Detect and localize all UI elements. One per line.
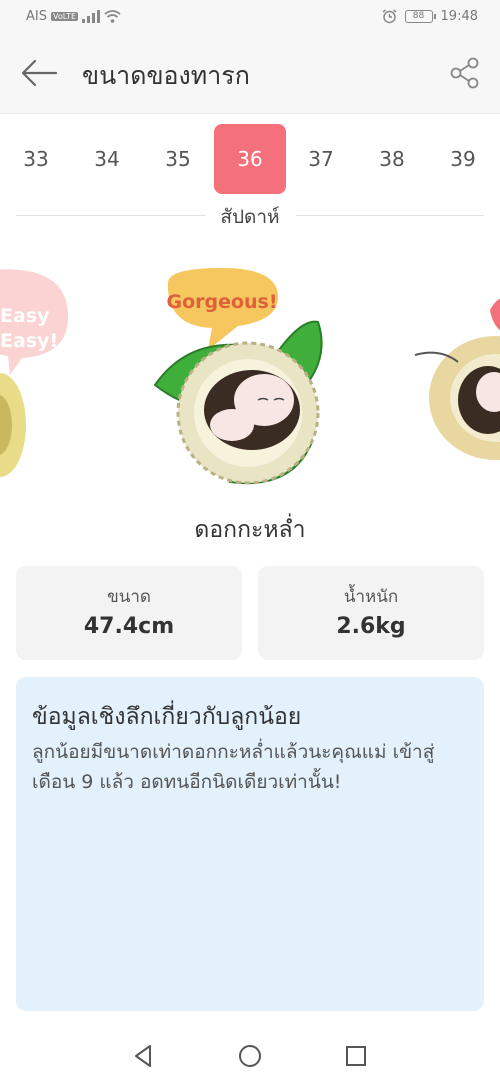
alarm-icon [382, 9, 396, 24]
week-item-33[interactable]: 33 [0, 124, 72, 194]
triangle-back-icon [135, 1045, 151, 1067]
gorgeous-bubble-text: Gorgeous! [166, 291, 277, 313]
share-icon [450, 57, 479, 89]
prev-fruit-illustration[interactable]: Easy Easy! [0, 269, 69, 477]
week-item-37[interactable]: 37 [285, 124, 357, 194]
back-button[interactable] [20, 56, 60, 90]
volte-badge: VoLTE [50, 12, 79, 21]
status-right: 88 19:48 [382, 9, 478, 24]
square-recent-icon [346, 1046, 366, 1066]
next-fruit-illustration[interactable] [414, 297, 500, 460]
week-label: สัปดาห์ [220, 206, 280, 228]
prev-bubble-line1: Easy [0, 305, 50, 327]
insight-title: ข้อมูลเชิงลึกเกี่ยวกับลูกน้อย [32, 704, 302, 730]
carrier-label: AIS [26, 9, 47, 24]
circle-home-icon [239, 1045, 261, 1067]
fruit-name: ดอกกะหล่ำ [194, 517, 306, 543]
status-bar: AIS VoLTE 88 19:48 [0, 0, 500, 34]
status-left: AIS VoLTE [26, 9, 121, 24]
prev-bubble-line2: Easy! [0, 330, 58, 352]
week-selector: 33 34 35 36 37 38 39 [0, 122, 500, 196]
divider [296, 215, 484, 216]
divider [16, 215, 206, 216]
insight-body: ลูกน้อยมีขนาดเท่าดอกกะหล่ำแล้วนะคุณแม่ เ… [32, 741, 435, 793]
weight-card: น้ำหนัก 2.6kg [258, 566, 484, 660]
insight-card: ข้อมูลเชิงลึกเกี่ยวกับลูกน้อย ลูกน้อยมีข… [16, 677, 484, 1011]
week-label-row: สัปดาห์ [0, 196, 500, 236]
app-header: ขนาดของทารก [0, 34, 500, 114]
week-item-38[interactable]: 38 [356, 124, 428, 194]
week-item-34[interactable]: 34 [71, 124, 143, 194]
share-button[interactable] [448, 56, 482, 90]
nav-recent-button[interactable] [341, 1041, 371, 1071]
clock: 19:48 [440, 9, 478, 24]
page-title: ขนาดของทารก [82, 61, 250, 90]
week-item-36-selected[interactable]: 36 [214, 124, 286, 194]
size-card: ขนาด 47.4cm [16, 566, 242, 660]
signal-icon [82, 10, 101, 23]
cauliflower-illustration: Gorgeous! [153, 268, 323, 485]
week-item-35[interactable]: 35 [142, 124, 214, 194]
wifi-icon [104, 10, 121, 23]
size-value: 47.4cm [83, 614, 175, 639]
weight-label: น้ำหนัก [343, 587, 399, 607]
battery-icon: 88 [404, 10, 436, 23]
week-item-39[interactable]: 39 [427, 124, 499, 194]
fruit-carousel[interactable]: Easy Easy! Gorgeous! [0, 250, 500, 500]
nav-home-button[interactable] [235, 1041, 265, 1071]
weight-value: 2.6kg [336, 614, 406, 639]
arrow-left-icon [21, 59, 58, 87]
carousel-illustrations: Easy Easy! Gorgeous! [0, 268, 500, 485]
nav-back-button[interactable] [128, 1041, 158, 1071]
battery-level: 88 [412, 11, 425, 21]
system-nav-bar [0, 1025, 500, 1083]
size-label: ขนาด [107, 587, 151, 607]
